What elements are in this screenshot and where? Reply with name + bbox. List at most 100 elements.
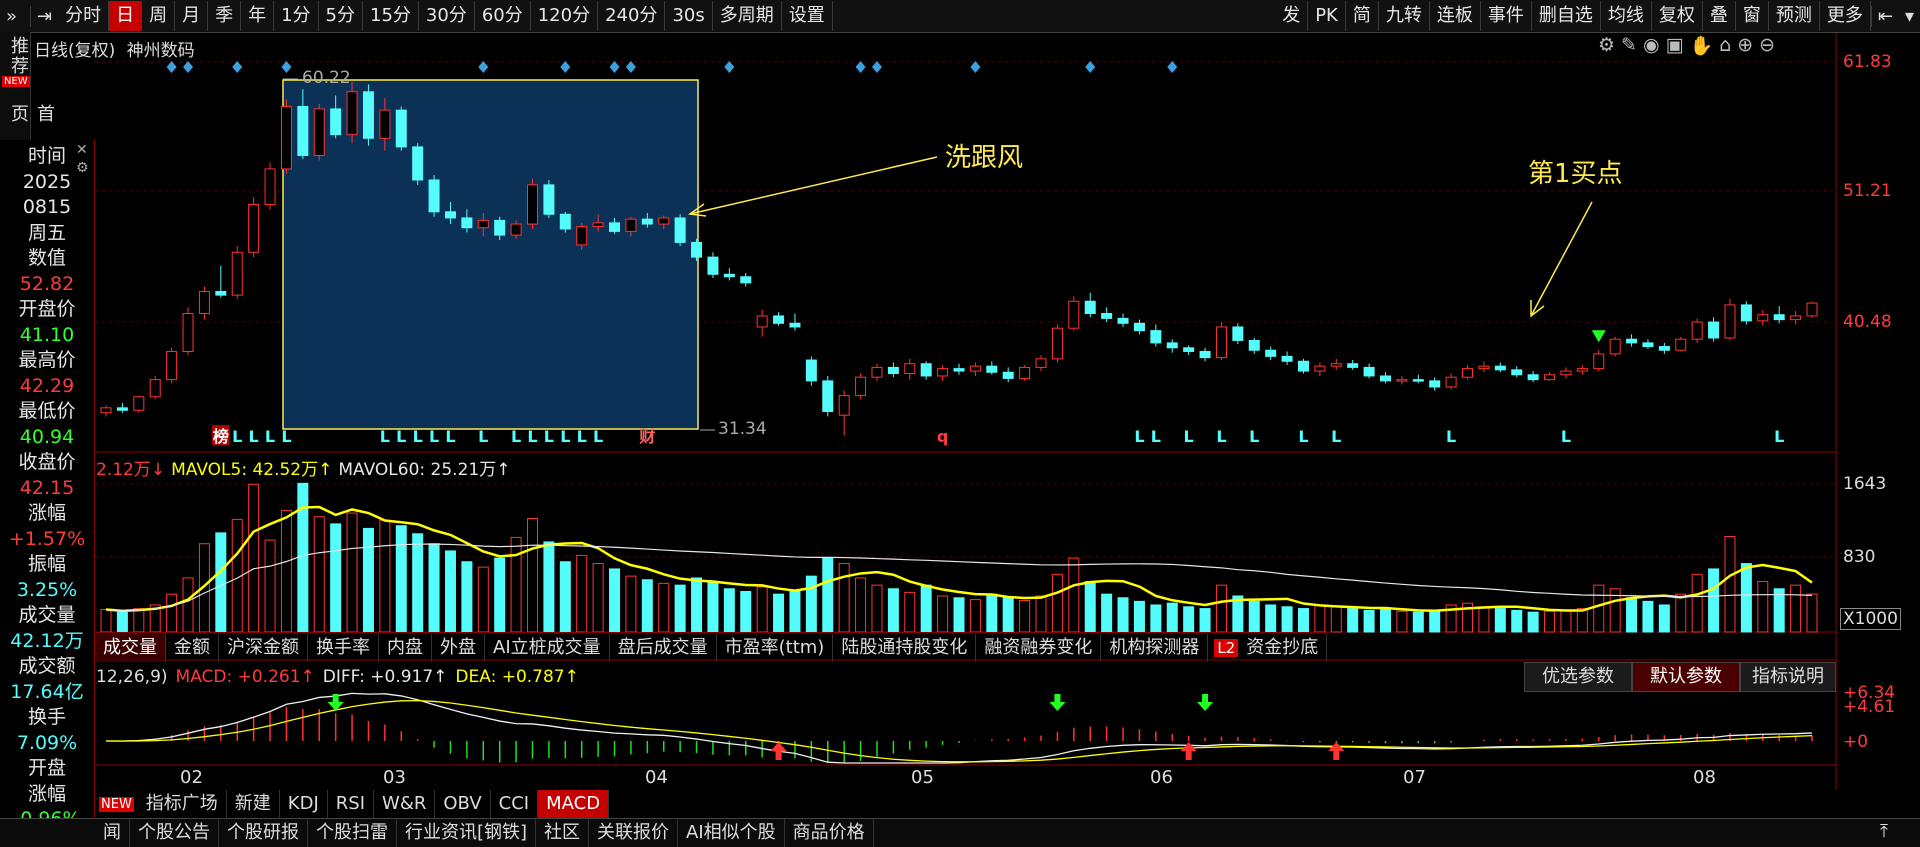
bottom-tab-8[interactable]: 商品价格 (785, 819, 874, 847)
zoom-in-icon[interactable]: ⊕ (1737, 34, 1753, 57)
optimal-params-button[interactable]: 优选参数 (1524, 662, 1632, 692)
period-tab-12[interactable]: 240分 (598, 1, 666, 31)
candle-body (1314, 365, 1326, 372)
eye-icon[interactable]: ◉ (1643, 34, 1660, 57)
home-tab[interactable]: 首页 (5, 104, 57, 142)
indicator-tab-0[interactable]: 指标广场 (138, 790, 227, 818)
hand-icon[interactable]: ✋ (1690, 34, 1714, 57)
volume-bar (461, 561, 473, 633)
bottom-tab-4[interactable]: 行业资讯[钢铁] (397, 819, 537, 847)
recommend-tab[interactable]: 推荐 (5, 36, 31, 76)
volume-tab-2[interactable]: 沪深金额 (219, 634, 308, 662)
bottom-tab-0[interactable]: 闻 (95, 819, 130, 847)
period-tab-8[interactable]: 15分 (363, 1, 419, 31)
tool-button-9[interactable]: 叠 (1703, 1, 1736, 31)
pen-icon[interactable]: ✎ (1621, 34, 1637, 57)
volume-bar (855, 577, 867, 633)
indicator-tab-5[interactable]: OBV (435, 790, 491, 818)
period-tab-7[interactable]: 5分 (319, 1, 363, 31)
volume-tab-5[interactable]: 外盘 (432, 634, 485, 662)
indicator-tab-7[interactable]: MACD (538, 790, 610, 818)
period-tab-4[interactable]: 季 (208, 1, 242, 31)
volume-bar (1462, 602, 1474, 633)
period-tab-10[interactable]: 60分 (475, 1, 531, 31)
period-tab-2[interactable]: 周 (142, 1, 176, 31)
candle-body (1281, 355, 1293, 362)
candle-body (855, 376, 867, 397)
indicator-help-button[interactable]: 指标说明 (1740, 662, 1836, 692)
volume-tab-10[interactable]: 融资融券变化 (976, 634, 1102, 662)
tool-button-3[interactable]: 九转 (1379, 1, 1430, 31)
zoom-out-icon[interactable]: ⊖ (1759, 34, 1775, 57)
volume-bar (1429, 609, 1441, 633)
volume-bar (149, 604, 161, 633)
tab-fund-bottom[interactable]: 资金抄底 (1238, 634, 1328, 662)
volume-tab-9[interactable]: 陆股通持股变化 (833, 634, 977, 662)
tool-button-4[interactable]: 连板 (1430, 1, 1481, 31)
period-tab-1[interactable]: 日 (109, 1, 143, 31)
volume-tab-8[interactable]: 市盈率(ttm) (717, 634, 834, 662)
tool-button-7[interactable]: 均线 (1601, 1, 1652, 31)
indicator-tab-1[interactable]: 新建 (227, 790, 280, 818)
candle-body (1166, 342, 1178, 349)
tool-button-11[interactable]: 预测 (1769, 1, 1820, 31)
event-mark: L (1249, 427, 1259, 446)
bottom-tab-1[interactable]: 个股公告 (130, 819, 219, 847)
dea-value: DEA: +0.787↑ (455, 667, 579, 687)
period-tab-3[interactable]: 月 (175, 1, 209, 31)
candle-body (1297, 360, 1309, 372)
bottom-tab-7[interactable]: AI相似个股 (678, 819, 785, 847)
volume-bar (969, 599, 981, 633)
volume-tab-3[interactable]: 换手率 (308, 634, 379, 662)
double-chevron-right-icon[interactable]: » (0, 5, 31, 27)
box-icon[interactable]: ▣ (1666, 34, 1684, 57)
tool-button-0[interactable]: 发 (1275, 1, 1309, 31)
arrow-to-line-icon[interactable]: ⇥ (31, 6, 58, 27)
volume-bar (740, 590, 752, 633)
tool-button-6[interactable]: 删自选 (1532, 1, 1601, 31)
candle-body (543, 184, 555, 215)
tool-button-5[interactable]: 事件 (1481, 1, 1532, 31)
bottom-tab-3[interactable]: 个股扫雷 (308, 819, 397, 847)
bottom-tab-2[interactable]: 个股研报 (219, 819, 308, 847)
tool-button-2[interactable]: 简 (1346, 1, 1379, 31)
lock-icon[interactable]: ⌂ (1719, 34, 1731, 57)
volume-tab-6[interactable]: AI立桩成交量 (485, 634, 610, 662)
period-tab-14[interactable]: 多周期 (713, 1, 782, 31)
volume-tab-7[interactable]: 盘后成交量 (610, 634, 717, 662)
event-diamond (609, 61, 620, 73)
dea-line (105, 699, 1813, 763)
settings-icon[interactable]: ⚙ (1598, 34, 1615, 57)
candle-body (838, 395, 850, 416)
candle-body (1183, 347, 1195, 352)
volume-tab-1[interactable]: 金额 (166, 634, 219, 662)
tool-button-8[interactable]: 复权 (1652, 1, 1703, 31)
volume-tab-11[interactable]: 机构探测器 (1101, 634, 1209, 662)
volume-bar (1757, 581, 1769, 633)
volume-bar (1790, 584, 1802, 633)
period-tab-9[interactable]: 30分 (419, 1, 475, 31)
period-tab-0[interactable]: 分时 (58, 1, 110, 31)
volume-tab-0[interactable]: 成交量 (95, 634, 166, 662)
collapse-up-icon[interactable]: ⤒ (1880, 821, 1888, 842)
tool-button-10[interactable]: 窗 (1736, 1, 1769, 31)
default-params-button[interactable]: 默认参数 (1632, 662, 1740, 692)
bottom-tab-6[interactable]: 关联报价 (589, 819, 679, 847)
period-tab-13[interactable]: 30s (665, 1, 713, 31)
indicator-tab-6[interactable]: CCI (491, 790, 539, 818)
volume-tab-4[interactable]: 内盘 (379, 634, 432, 662)
collapse-left-icon[interactable]: ⇤ (1870, 5, 1899, 27)
indicator-tab-4[interactable]: W&R (374, 790, 436, 818)
chevron-down-icon[interactable]: ▾ (1899, 6, 1920, 27)
candle-body (182, 312, 194, 352)
period-tab-11[interactable]: 120分 (531, 1, 599, 31)
indicator-tab-3[interactable]: RSI (328, 790, 375, 818)
tool-button-12[interactable]: 更多 (1820, 1, 1871, 31)
bottom-tab-5[interactable]: 社区 (536, 819, 590, 847)
period-tab-5[interactable]: 年 (241, 1, 275, 31)
indicator-tab-2[interactable]: KDJ (280, 790, 328, 818)
period-tab-15[interactable]: 设置 (782, 1, 833, 31)
volume-bar (1626, 597, 1638, 633)
period-tab-6[interactable]: 1分 (274, 1, 319, 31)
tool-button-1[interactable]: PK (1308, 1, 1346, 31)
